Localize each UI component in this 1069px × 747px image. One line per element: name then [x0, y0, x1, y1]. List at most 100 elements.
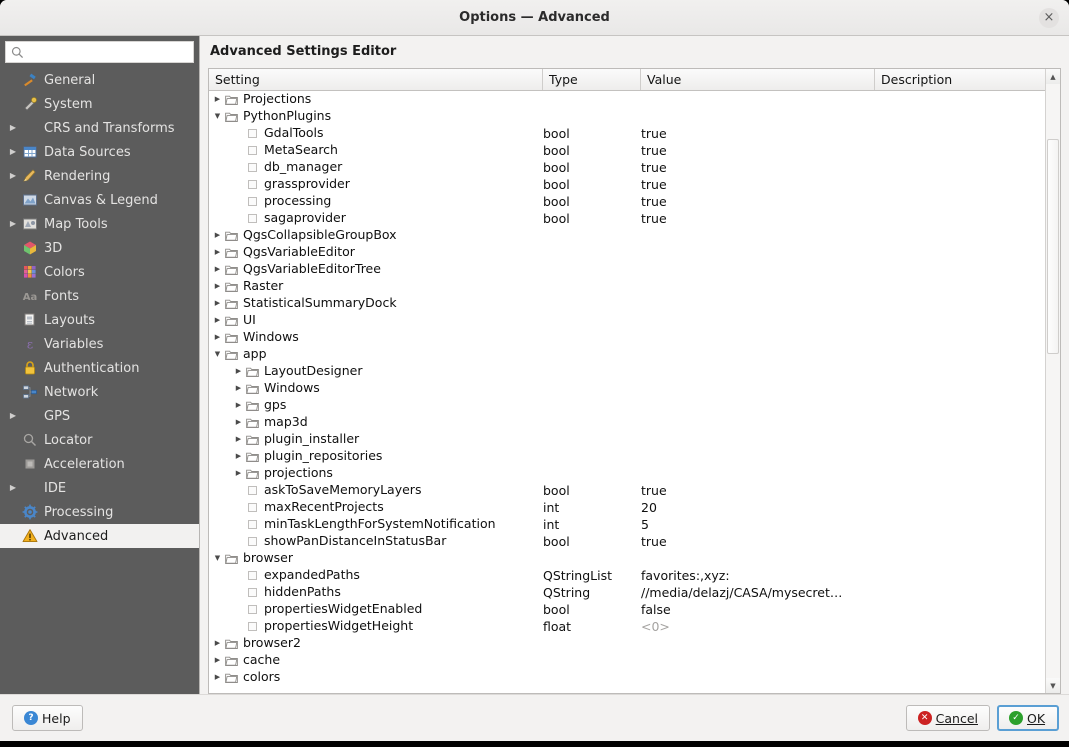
column-header-setting[interactable]: Setting: [209, 69, 543, 90]
column-header-type[interactable]: Type: [543, 69, 641, 90]
tree-cell-value[interactable]: [641, 329, 875, 346]
sidebar-item-network[interactable]: Network: [0, 380, 199, 404]
tree-cell-value[interactable]: [641, 108, 875, 125]
sidebar-item-fonts[interactable]: AaFonts: [0, 284, 199, 308]
chevron-right-icon[interactable]: ▶: [233, 436, 244, 443]
sidebar-item-gps[interactable]: ▶GPS: [0, 404, 199, 428]
ok-button[interactable]: ✓ OK: [997, 705, 1059, 731]
tree-cell-value[interactable]: true: [641, 176, 875, 193]
tree-row[interactable]: askToSaveMemoryLayersbooltrue: [209, 482, 1045, 499]
setting-checkbox[interactable]: [244, 622, 261, 631]
tree-cell-value[interactable]: [641, 652, 875, 669]
sidebar-item-layouts[interactable]: Layouts: [0, 308, 199, 332]
chevron-right-icon[interactable]: ▶: [212, 266, 223, 273]
tree-cell-value[interactable]: [641, 346, 875, 363]
tree-cell-value[interactable]: true: [641, 125, 875, 142]
tree-cell-value[interactable]: [641, 261, 875, 278]
chevron-right-icon[interactable]: ▶: [212, 249, 223, 256]
tree-row[interactable]: ▶QgsVariableEditor: [209, 244, 1045, 261]
sidebar-item-locator[interactable]: Locator: [0, 428, 199, 452]
tree-cell-value[interactable]: [641, 380, 875, 397]
tree-cell-value[interactable]: true: [641, 142, 875, 159]
chevron-right-icon[interactable]: ▶: [212, 283, 223, 290]
chevron-right-icon[interactable]: ▶: [233, 402, 244, 409]
tree-cell-value[interactable]: [641, 448, 875, 465]
chevron-right-icon[interactable]: ▶: [212, 674, 223, 681]
setting-checkbox[interactable]: [244, 520, 261, 529]
chevron-right-icon[interactable]: ▶: [212, 317, 223, 324]
chevron-right-icon[interactable]: ▶: [6, 172, 20, 180]
setting-checkbox[interactable]: [244, 197, 261, 206]
sidebar-item-ide[interactable]: ▶IDE: [0, 476, 199, 500]
chevron-right-icon[interactable]: ▶: [6, 220, 20, 228]
chevron-down-icon[interactable]: ▼: [212, 113, 223, 120]
chevron-right-icon[interactable]: ▶: [233, 385, 244, 392]
sidebar-item-rendering[interactable]: ▶Rendering: [0, 164, 199, 188]
tree-row[interactable]: ▶LayoutDesigner: [209, 363, 1045, 380]
sidebar-item-map-tools[interactable]: ▶Map Tools: [0, 212, 199, 236]
tree-cell-value[interactable]: [641, 278, 875, 295]
sidebar-item-variables[interactable]: εVariables: [0, 332, 199, 356]
setting-checkbox[interactable]: [244, 486, 261, 495]
tree-row[interactable]: maxRecentProjectsint20: [209, 499, 1045, 516]
tree-cell-value[interactable]: [641, 244, 875, 261]
tree-cell-value[interactable]: true: [641, 210, 875, 227]
sidebar-item-3d[interactable]: 3D: [0, 236, 199, 260]
sidebar-item-processing[interactable]: Processing: [0, 500, 199, 524]
vertical-scrollbar[interactable]: ▲ ▼: [1045, 69, 1060, 693]
tree-row[interactable]: ▶cache: [209, 652, 1045, 669]
tree-cell-value[interactable]: [641, 431, 875, 448]
tree-cell-value[interactable]: favorites:,xyz:: [641, 567, 875, 584]
tree-row[interactable]: GdalToolsbooltrue: [209, 125, 1045, 142]
tree-row[interactable]: minTaskLengthForSystemNotificationint5: [209, 516, 1045, 533]
sidebar-item-crs-and-transforms[interactable]: ▶CRS and Transforms: [0, 116, 199, 140]
help-button[interactable]: ? Help: [12, 705, 83, 731]
tree-row[interactable]: processingbooltrue: [209, 193, 1045, 210]
tree-row[interactable]: ▶Projections: [209, 91, 1045, 108]
tree-row[interactable]: sagaproviderbooltrue: [209, 210, 1045, 227]
setting-checkbox[interactable]: [244, 163, 261, 172]
tree-cell-value[interactable]: //media/delazj/CASA/mysecret…: [641, 584, 875, 601]
tree-row[interactable]: ▶UI: [209, 312, 1045, 329]
column-header-description[interactable]: Description: [875, 69, 1045, 90]
setting-checkbox[interactable]: [244, 146, 261, 155]
tree-cell-value[interactable]: [641, 363, 875, 380]
sidebar-item-acceleration[interactable]: Acceleration: [0, 452, 199, 476]
chevron-right-icon[interactable]: ▶: [233, 453, 244, 460]
tree-row[interactable]: propertiesWidgetHeightfloat<0>: [209, 618, 1045, 635]
tree-cell-value[interactable]: [641, 91, 875, 108]
tree-row[interactable]: grassproviderbooltrue: [209, 176, 1045, 193]
tree-row[interactable]: ▶QgsCollapsibleGroupBox: [209, 227, 1045, 244]
chevron-right-icon[interactable]: ▶: [6, 124, 20, 132]
setting-checkbox[interactable]: [244, 129, 261, 138]
chevron-right-icon[interactable]: ▶: [212, 232, 223, 239]
chevron-right-icon[interactable]: ▶: [233, 419, 244, 426]
tree-row[interactable]: ▶QgsVariableEditorTree: [209, 261, 1045, 278]
tree-row[interactable]: ▶Raster: [209, 278, 1045, 295]
tree-cell-value[interactable]: true: [641, 482, 875, 499]
setting-checkbox[interactable]: [244, 571, 261, 580]
column-header-value[interactable]: Value: [641, 69, 875, 90]
sidebar-item-general[interactable]: General: [0, 68, 199, 92]
scrollbar-thumb[interactable]: [1047, 139, 1059, 354]
tree-cell-value[interactable]: [641, 312, 875, 329]
tree-cell-value[interactable]: [641, 635, 875, 652]
sidebar-item-colors[interactable]: Colors: [0, 260, 199, 284]
scroll-up-icon[interactable]: ▲: [1046, 69, 1060, 84]
sidebar-item-authentication[interactable]: Authentication: [0, 356, 199, 380]
tree-cell-value[interactable]: [641, 414, 875, 431]
search-box[interactable]: [5, 41, 194, 63]
tree-cell-value[interactable]: true: [641, 533, 875, 550]
tree-row[interactable]: ▶gps: [209, 397, 1045, 414]
search-input[interactable]: [24, 43, 188, 61]
tree-row[interactable]: ▶StatisticalSummaryDock: [209, 295, 1045, 312]
tree-cell-value[interactable]: [641, 550, 875, 567]
scroll-down-icon[interactable]: ▼: [1046, 678, 1060, 693]
tree-row[interactable]: db_managerbooltrue: [209, 159, 1045, 176]
chevron-right-icon[interactable]: ▶: [6, 484, 20, 492]
chevron-right-icon[interactable]: ▶: [212, 657, 223, 664]
tree-row[interactable]: MetaSearchbooltrue: [209, 142, 1045, 159]
tree-cell-value[interactable]: 5: [641, 516, 875, 533]
chevron-right-icon[interactable]: ▶: [212, 96, 223, 103]
tree-row[interactable]: ▶Windows: [209, 329, 1045, 346]
